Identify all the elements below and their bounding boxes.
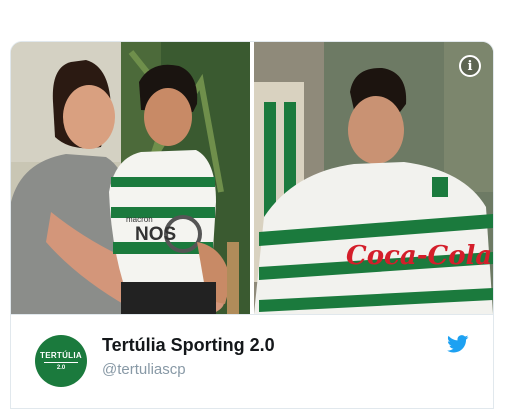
avatar-title: TERTÚLIA <box>40 350 82 360</box>
author-name[interactable]: Tertúlia Sporting 2.0 <box>102 335 275 356</box>
twitter-bird-icon[interactable] <box>447 335 469 353</box>
avatar[interactable]: TERTÚLIA 2.0 <box>35 335 87 387</box>
tweet-card[interactable]: NOS macron Coca-Cola i TERTÚLIA 2.0 Tert… <box>10 41 494 409</box>
tweet-author: TERTÚLIA 2.0 Tertúlia Sporting 2.0 @tert… <box>11 315 493 408</box>
tweet-media: NOS macron Coca-Cola i <box>11 42 493 314</box>
jersey-cocacola-text: Coca-Cola <box>346 241 492 271</box>
photo-young-player[interactable]: Coca-Cola i <box>254 42 493 314</box>
avatar-subtitle: 2.0 <box>56 364 66 371</box>
jersey-nos-text: NOS <box>135 224 176 245</box>
jersey-macron-text: macron <box>126 215 153 224</box>
avatar-divider <box>44 361 78 363</box>
info-icon[interactable]: i <box>459 55 481 77</box>
author-handle[interactable]: @tertuliascp <box>102 361 186 378</box>
photo-mother-and-son[interactable]: NOS macron <box>11 42 250 314</box>
